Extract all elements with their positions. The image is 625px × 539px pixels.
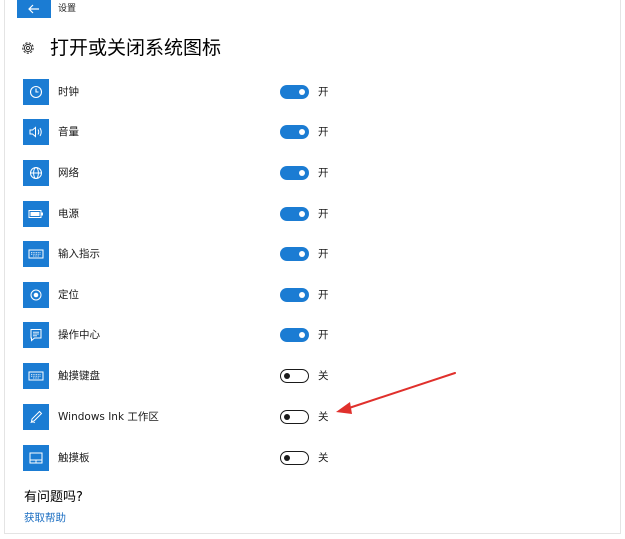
toggle-switch[interactable] xyxy=(280,451,309,465)
action-center-icon xyxy=(23,322,49,348)
toggle-switch[interactable] xyxy=(280,207,309,221)
setting-label: 音量 xyxy=(58,126,79,138)
get-help-link[interactable]: 获取帮助 xyxy=(24,511,66,525)
toggle-switch[interactable] xyxy=(280,85,309,99)
page-title: 打开或关闭系统图标 xyxy=(50,37,222,59)
toggle-switch[interactable] xyxy=(280,410,309,424)
toggle-switch[interactable] xyxy=(280,166,309,180)
back-button[interactable] xyxy=(17,0,51,18)
setting-label: 时钟 xyxy=(58,86,79,98)
toggle-state-label: 开 xyxy=(318,248,329,260)
setting-label: 触摸板 xyxy=(58,452,90,464)
volume-icon xyxy=(23,119,49,145)
setting-label: 电源 xyxy=(58,208,79,220)
page-header: 打开或关闭系统图标 xyxy=(20,34,221,62)
touch-keyboard-icon xyxy=(23,363,49,389)
setting-row-location: 定位 开 xyxy=(23,282,583,308)
setting-label: 操作中心 xyxy=(58,329,100,341)
toggle-state-label: 关 xyxy=(318,452,329,464)
toggle-state-label: 开 xyxy=(318,208,329,220)
setting-label: 定位 xyxy=(58,289,79,301)
setting-label: 输入指示 xyxy=(58,248,100,260)
setting-label: 网络 xyxy=(58,167,79,179)
toggle-state-label: 开 xyxy=(318,289,329,301)
setting-row-clock: 时钟 开 xyxy=(23,79,583,105)
globe-icon xyxy=(23,160,49,186)
toggle-switch[interactable] xyxy=(280,247,309,261)
toggle-switch[interactable] xyxy=(280,369,309,383)
toggle-switch[interactable] xyxy=(280,288,309,302)
toggle-state-label: 开 xyxy=(318,167,329,179)
setting-row-volume: 音量 开 xyxy=(23,119,583,145)
toggle-switch[interactable] xyxy=(280,328,309,342)
setting-label: Windows Ink 工作区 xyxy=(58,411,159,423)
pen-icon xyxy=(23,404,49,430)
setting-row-action-center: 操作中心 开 xyxy=(23,322,583,348)
location-icon xyxy=(23,282,49,308)
toggle-switch[interactable] xyxy=(280,125,309,139)
gear-icon xyxy=(20,40,36,56)
setting-row-power: 电源 开 xyxy=(23,201,583,227)
battery-icon xyxy=(23,201,49,227)
toggle-state-label: 关 xyxy=(318,370,329,382)
toggle-state-label: 开 xyxy=(318,126,329,138)
help-heading: 有问题吗? xyxy=(24,490,83,505)
toggle-state-label: 开 xyxy=(318,86,329,98)
setting-label: 触摸键盘 xyxy=(58,370,100,382)
clock-icon xyxy=(23,79,49,105)
setting-row-input-indicator: 输入指示 开 xyxy=(23,241,583,267)
toggle-state-label: 关 xyxy=(318,411,329,423)
setting-row-network: 网络 开 xyxy=(23,160,583,186)
setting-row-windows-ink: Windows Ink 工作区 关 xyxy=(23,404,583,430)
setting-row-touchpad: 触摸板 关 xyxy=(23,445,583,471)
keyboard-icon xyxy=(23,241,49,267)
title-bar: 设置 xyxy=(5,0,620,18)
touchpad-icon xyxy=(23,445,49,471)
toggle-state-label: 开 xyxy=(318,329,329,341)
arrow-left-icon xyxy=(28,4,39,14)
app-title: 设置 xyxy=(58,4,77,14)
setting-row-touch-keyboard: 触摸键盘 关 xyxy=(23,363,583,389)
